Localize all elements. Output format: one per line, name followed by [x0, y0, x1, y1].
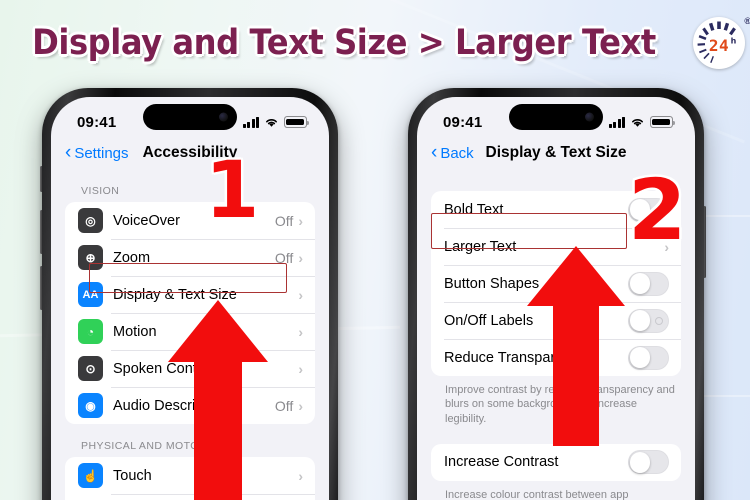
voiceover-icon: ◎ [78, 208, 103, 233]
list-item-value: Off [274, 249, 294, 266]
dynamic-island [143, 104, 237, 130]
section-header-vision: VISION [81, 185, 120, 197]
list-item-label: Bold Text [444, 201, 504, 218]
chevron-right-icon: › [298, 212, 303, 229]
reduce-transparency-toggle[interactable] [628, 345, 669, 370]
step-two-arrow [527, 246, 625, 446]
list-item-value: Off [274, 212, 294, 229]
list-item-increase-contrast[interactable]: Increase Contrast [431, 444, 681, 481]
chevron-right-icon: › [298, 360, 303, 377]
nav-bar: ‹ Settings Accessibility [51, 137, 329, 169]
chevron-right-icon: › [298, 286, 303, 303]
dynamic-island [509, 104, 603, 130]
increase-contrast-toggle[interactable] [628, 450, 669, 475]
step-one-number: 1 [205, 146, 260, 236]
cellular-bars-icon [608, 116, 625, 128]
status-bar: 09:41 [417, 97, 695, 137]
status-time: 09:41 [443, 113, 483, 131]
chevron-left-icon: ‹ [65, 141, 72, 163]
motion-icon: ◔ [78, 319, 103, 344]
back-label: Settings [74, 144, 129, 162]
logo-24h-icon: 24 h ® [692, 16, 750, 69]
wifi-icon [266, 118, 277, 127]
back-label: Back [440, 144, 474, 162]
off-circle-icon [655, 316, 663, 325]
battery-icon [284, 116, 309, 128]
cellular-bars-icon [242, 116, 259, 128]
status-bar: 09:41 [51, 97, 329, 137]
banner-title: Display and Text Size > Larger Text [32, 23, 656, 63]
zoom-icon: ⊕ [78, 245, 103, 270]
list-item-label: Increase Contrast [444, 454, 559, 471]
registered-mark: ® [744, 16, 750, 26]
status-time: 09:41 [77, 113, 117, 131]
chevron-right-icon: › [298, 397, 303, 414]
list-item-value: Off [274, 397, 294, 414]
chevron-right-icon: › [298, 323, 303, 340]
footnote-increase-contrast: Increase colour contrast between app for… [445, 488, 629, 500]
battery-icon [650, 116, 675, 128]
list-item[interactable]: ⊕ Zoom Off › [65, 239, 315, 276]
touch-icon: ☝ [78, 463, 103, 488]
audio-descriptions-icon: ◉ [78, 393, 103, 418]
chevron-left-icon: ‹ [431, 141, 438, 163]
back-button[interactable]: ‹ Back [431, 141, 474, 163]
display-text-size-icon: AA [78, 282, 103, 307]
chevron-right-icon: › [298, 249, 303, 266]
list-item-label: Zoom [113, 249, 151, 266]
spoken-content-icon: ⊙ [78, 356, 103, 381]
step-two-number: 2 [628, 161, 687, 259]
svg-text:24: 24 [709, 36, 729, 55]
settings-group-increase-contrast: Increase Contrast [431, 443, 681, 481]
on-off-labels-toggle[interactable] [628, 308, 669, 333]
banner: Display and Text Size > Larger Text 24 h… [0, 0, 750, 86]
step-one-arrow [168, 300, 268, 500]
chevron-right-icon: › [298, 467, 303, 484]
svg-text:h: h [731, 37, 737, 46]
back-button-settings[interactable]: ‹ Settings [65, 141, 129, 163]
button-shapes-toggle[interactable] [628, 271, 669, 296]
wifi-icon [632, 118, 643, 127]
list-item[interactable]: ◎ VoiceOver Off › [65, 202, 315, 239]
